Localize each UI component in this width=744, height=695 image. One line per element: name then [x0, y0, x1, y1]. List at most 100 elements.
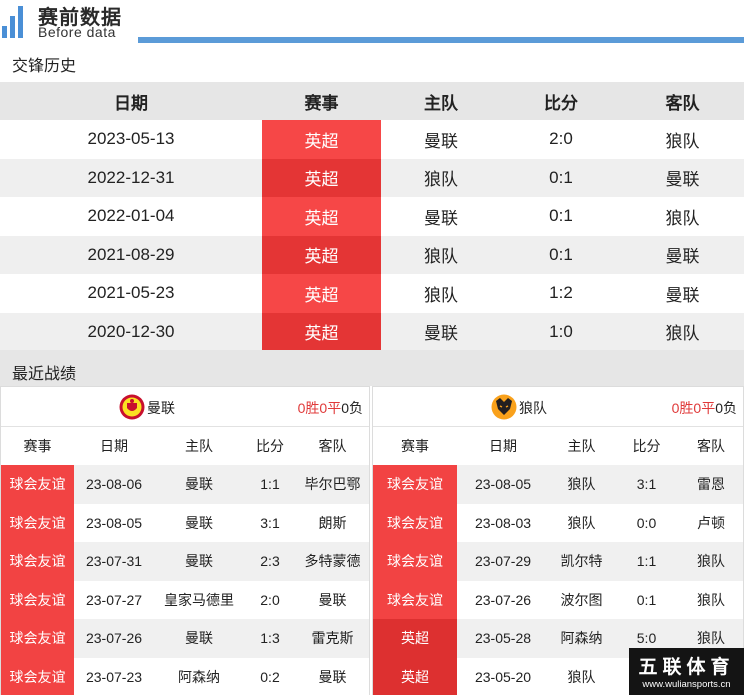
- competition-badge[interactable]: 球会友谊: [1, 542, 74, 581]
- table-row[interactable]: 球会友谊 23-07-27 皇家马德里 2:0 曼联: [1, 580, 369, 619]
- col-score: 比分: [256, 438, 284, 454]
- competition-badge[interactable]: 球会友谊: [373, 503, 457, 542]
- home-team[interactable]: 曼联: [154, 513, 244, 533]
- match-score: 0:1: [636, 591, 657, 608]
- competition-badge[interactable]: 英超: [262, 120, 381, 159]
- competition-badge[interactable]: 英超: [262, 197, 381, 236]
- match-score: 1:1: [260, 476, 280, 493]
- home-team[interactable]: 凯尔特: [549, 551, 614, 571]
- table-row[interactable]: 2023-05-13 英超 曼联 2:0 狼队: [0, 120, 744, 159]
- competition-badge[interactable]: 英超: [262, 158, 381, 197]
- h2h-section-title: 交锋历史: [12, 58, 77, 75]
- competition-badge[interactable]: 英超: [373, 619, 457, 658]
- home-team[interactable]: 狼队: [549, 513, 614, 533]
- competition-badge[interactable]: 球会友谊: [373, 542, 457, 581]
- away-team[interactable]: 曼联: [296, 590, 369, 610]
- h2h-body: 2023-05-13 英超 曼联 2:0 狼队 2022-12-31 英超 狼队 0:1 曼联 20…: [0, 120, 744, 351]
- team-name-away: 狼队: [519, 400, 547, 416]
- away-team[interactable]: 曼联: [296, 667, 369, 687]
- col-away: 客队: [318, 438, 347, 454]
- competition-badge[interactable]: 球会友谊: [373, 580, 457, 619]
- competition-badge[interactable]: 球会友谊: [1, 657, 74, 695]
- competition-badge[interactable]: 英超: [373, 657, 457, 695]
- home-team[interactable]: 曼联: [154, 551, 244, 571]
- away-team[interactable]: 狼队: [621, 127, 744, 152]
- record-wins: 0胜: [297, 400, 320, 416]
- away-team[interactable]: 狼队: [679, 628, 743, 648]
- competition-badge[interactable]: 球会友谊: [1, 503, 74, 542]
- bar-chart-logo-icon: [2, 4, 32, 38]
- home-team[interactable]: 曼联: [381, 204, 501, 229]
- away-team[interactable]: 曼联: [621, 242, 744, 267]
- home-team[interactable]: 曼联: [381, 127, 501, 152]
- table-row[interactable]: 球会友谊 23-07-31 曼联 2:3 多特蒙德: [1, 542, 369, 581]
- home-team[interactable]: 狼队: [549, 667, 614, 687]
- table-row[interactable]: 2021-05-23 英超 狼队 1:2 曼联: [0, 274, 744, 313]
- away-team[interactable]: 毕尔巴鄂: [296, 474, 369, 494]
- home-team[interactable]: 曼联: [381, 319, 501, 344]
- table-row[interactable]: 球会友谊 23-07-29 凯尔特 1:1 狼队: [373, 542, 743, 581]
- home-team[interactable]: 狼队: [381, 165, 501, 190]
- team-bar-home: 曼联 0胜0平0负: [1, 387, 369, 427]
- match-date: 23-07-31: [85, 553, 143, 570]
- team-name-home: 曼联: [147, 400, 175, 416]
- record-draws: 0平: [319, 400, 342, 416]
- header-accent-line: [138, 37, 744, 43]
- away-team[interactable]: 雷恩: [679, 474, 743, 494]
- wolves-crest-icon: [491, 394, 517, 420]
- h2h-col-date: 日期: [114, 93, 148, 113]
- competition-badge[interactable]: 球会友谊: [1, 580, 74, 619]
- competition-badge[interactable]: 球会友谊: [1, 465, 74, 504]
- table-row[interactable]: 2021-08-29 英超 狼队 0:1 曼联: [0, 235, 744, 274]
- match-score: 0:1: [549, 244, 573, 264]
- table-row[interactable]: 2022-12-31 英超 狼队 0:1 曼联: [0, 158, 744, 197]
- table-row[interactable]: 球会友谊 23-07-26 波尔图 0:1 狼队: [373, 580, 743, 619]
- away-team[interactable]: 卢顿: [679, 513, 743, 533]
- match-date: 2023-05-13: [87, 129, 175, 149]
- home-team[interactable]: 曼联: [154, 628, 244, 648]
- table-row[interactable]: 2022-01-04 英超 曼联 0:1 狼队: [0, 197, 744, 236]
- match-date: 23-07-26: [474, 591, 532, 608]
- away-team[interactable]: 雷克斯: [296, 628, 369, 648]
- match-date: 23-05-20: [474, 668, 532, 685]
- table-row[interactable]: 球会友谊 23-08-05 曼联 3:1 朗斯: [1, 503, 369, 542]
- away-team[interactable]: 狼队: [679, 590, 743, 610]
- match-score: 0:1: [549, 206, 573, 226]
- away-team[interactable]: 多特蒙德: [296, 551, 369, 571]
- home-team[interactable]: 波尔图: [549, 590, 614, 610]
- table-row[interactable]: 球会友谊 23-08-03 狼队 0:0 卢顿: [373, 503, 743, 542]
- away-team[interactable]: 狼队: [621, 319, 744, 344]
- home-team[interactable]: 狼队: [381, 242, 501, 267]
- match-date: 23-07-29: [474, 553, 532, 570]
- away-team[interactable]: 狼队: [679, 551, 743, 571]
- home-team[interactable]: 曼联: [154, 474, 244, 494]
- home-team[interactable]: 狼队: [549, 474, 614, 494]
- table-row[interactable]: 球会友谊 23-08-05 狼队 3:1 雷恩: [373, 465, 743, 504]
- away-team[interactable]: 曼联: [621, 281, 744, 306]
- table-row[interactable]: 球会友谊 23-08-06 曼联 1:1 毕尔巴鄂: [1, 465, 369, 504]
- table-row[interactable]: 2020-12-30 英超 曼联 1:0 狼队: [0, 312, 744, 351]
- recent-rows-home: 球会友谊 23-08-06 曼联 1:1 毕尔巴鄂 球会友谊 23-08-05 曼联 3:1 朗斯…: [1, 465, 369, 695]
- recent-header-away: 赛事 日期 主队 比分 客队: [373, 427, 743, 465]
- h2h-col-comp: 赛事: [304, 93, 339, 113]
- home-team[interactable]: 阿森纳: [154, 667, 244, 687]
- table-row[interactable]: 球会友谊 23-07-26 曼联 1:3 雷克斯: [1, 619, 369, 658]
- competition-badge[interactable]: 英超: [262, 312, 381, 351]
- watermark-title: 五联体育: [638, 656, 735, 678]
- table-row[interactable]: 球会友谊 23-07-23 阿森纳 0:2 曼联: [1, 657, 369, 695]
- away-team[interactable]: 曼联: [621, 165, 744, 190]
- match-score: 0:0: [636, 514, 657, 531]
- competition-badge[interactable]: 英超: [262, 235, 381, 274]
- away-team[interactable]: 朗斯: [296, 513, 369, 533]
- away-team[interactable]: 狼队: [621, 204, 744, 229]
- home-team[interactable]: 阿森纳: [549, 628, 614, 648]
- competition-badge[interactable]: 英超: [262, 274, 381, 313]
- watermark-url: www.wuliansports.cn: [642, 679, 731, 690]
- competition-badge[interactable]: 球会友谊: [1, 619, 74, 658]
- competition-badge[interactable]: 球会友谊: [373, 465, 457, 504]
- home-team[interactable]: 皇家马德里: [154, 590, 244, 610]
- h2h-col-score: 比分: [544, 93, 578, 113]
- record-losses: 0负: [715, 400, 737, 416]
- home-team[interactable]: 狼队: [381, 281, 501, 306]
- match-score: 3:1: [260, 514, 280, 531]
